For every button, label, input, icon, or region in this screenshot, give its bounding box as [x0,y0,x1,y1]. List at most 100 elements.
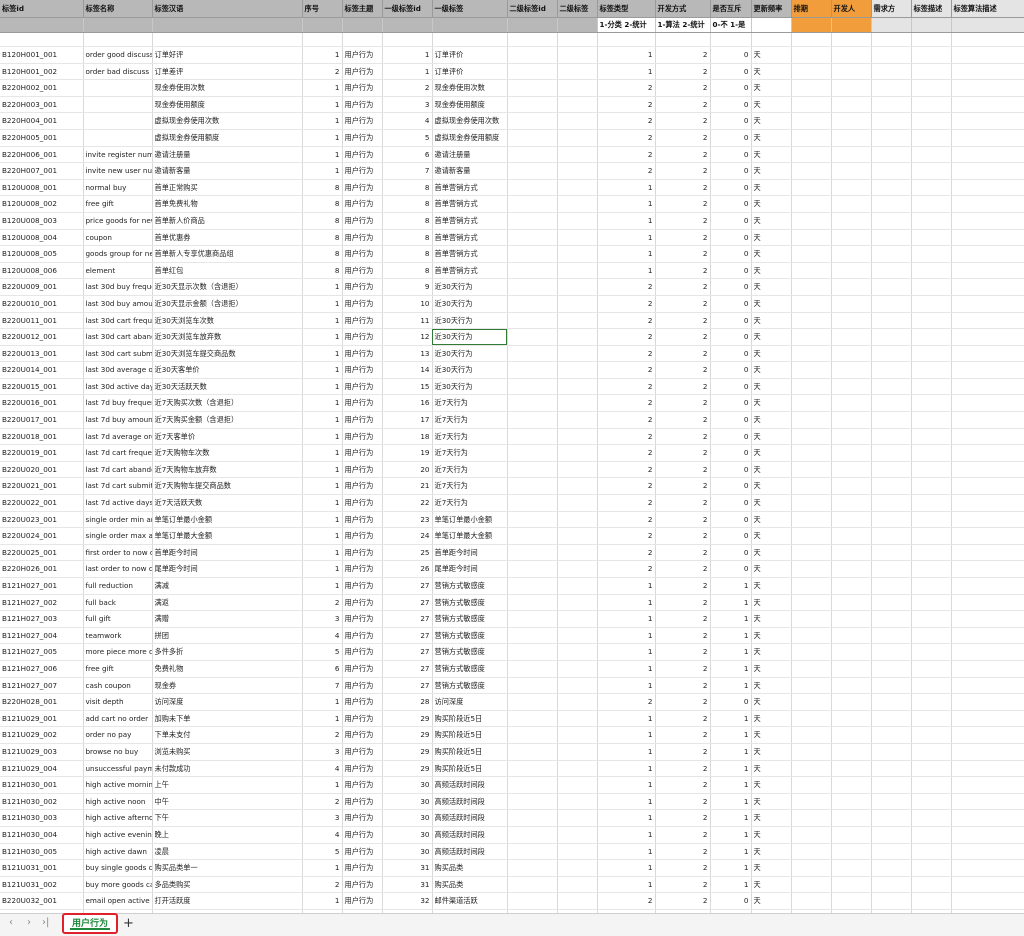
table-cell[interactable]: 高频活跃时间段 [432,826,508,844]
table-cell[interactable]: 1 [710,876,752,894]
table-cell[interactable]: B220U019_001 [0,444,84,462]
table-cell[interactable] [871,643,912,661]
table-cell[interactable] [432,32,508,47]
table-cell[interactable] [655,32,711,47]
table-cell[interactable]: last 7d average ord [83,428,153,446]
table-cell[interactable] [951,461,1024,479]
table-cell[interactable]: first order to now da [83,544,153,562]
table-cell[interactable]: 用户行为 [342,843,383,861]
table-cell[interactable]: 2 [597,96,656,114]
table-cell[interactable]: 27 [382,610,433,628]
column-header[interactable]: 标签类型 [597,0,656,18]
table-cell[interactable]: 29 [382,726,433,744]
table-cell[interactable]: 2 [597,394,656,413]
table-cell[interactable]: 用户行为 [342,876,383,894]
table-cell[interactable]: 19 [382,444,433,462]
table-cell[interactable] [791,262,832,280]
table-cell[interactable]: invite register num [83,146,153,164]
table-cell[interactable] [911,179,952,197]
table-cell[interactable] [791,345,832,363]
table-cell[interactable] [791,726,832,744]
table-cell[interactable]: 用户行为 [342,776,383,794]
table-cell[interactable]: 2 [597,328,656,346]
table-cell[interactable] [507,760,558,778]
table-cell[interactable]: B121U029_003 [0,743,84,761]
table-cell[interactable] [911,112,952,130]
table-cell[interactable] [791,444,832,462]
table-cell[interactable]: price goods for new [83,212,153,230]
table-cell[interactable]: 28 [382,693,433,711]
table-cell[interactable]: 天 [751,146,792,164]
table-cell[interactable]: 13 [382,345,433,363]
table-cell[interactable]: 1 [302,527,343,545]
table-cell[interactable] [831,477,872,496]
table-cell[interactable] [557,610,598,628]
table-cell[interactable]: 近30天显示金额（含退拒） [152,295,303,313]
table-cell[interactable] [831,527,872,545]
table-cell[interactable]: 2 [597,527,656,545]
table-cell[interactable]: 近7天行为 [432,428,508,446]
table-cell[interactable]: 1 [597,743,656,761]
table-cell[interactable]: 现金券使用额度 [152,96,303,114]
table-cell[interactable] [831,776,872,794]
table-cell[interactable] [911,328,952,346]
table-cell[interactable] [871,212,912,230]
table-cell[interactable]: 2 [597,444,656,462]
column-header[interactable]: 序号 [302,0,343,18]
table-cell[interactable]: 0 [710,361,752,379]
table-cell[interactable] [911,677,952,695]
table-cell[interactable] [831,693,872,711]
table-cell[interactable] [911,345,952,363]
table-cell[interactable]: B220H002_001 [0,79,84,97]
table-cell[interactable]: 天 [751,328,792,346]
table-cell[interactable] [791,859,832,877]
table-cell[interactable]: 2 [655,743,711,761]
table-cell[interactable]: 1 [710,710,752,728]
table-cell[interactable]: 0 [710,129,752,147]
table-cell[interactable]: 近7天活跃天数 [152,494,303,512]
table-cell[interactable]: B220U023_001 [0,511,84,529]
table-cell[interactable] [871,46,912,64]
table-cell[interactable] [871,428,912,446]
table-cell[interactable]: 1 [597,760,656,778]
table-cell[interactable] [557,577,598,595]
table-cell[interactable] [911,312,952,330]
table-cell[interactable] [911,245,952,263]
table-cell[interactable]: 0 [710,96,752,114]
table-cell[interactable]: 1 [302,560,343,578]
table-cell[interactable] [751,32,792,47]
table-cell[interactable]: 0 [710,146,752,164]
table-cell[interactable]: 天 [751,295,792,313]
table-cell[interactable]: 首单营销方式 [432,212,508,230]
table-cell[interactable] [507,677,558,695]
table-cell[interactable]: 天 [751,63,792,81]
table-cell[interactable]: 2 [655,577,711,595]
table-cell[interactable]: 天 [751,876,792,894]
table-cell[interactable] [951,411,1024,429]
table-cell[interactable] [831,428,872,446]
table-cell[interactable]: B220H026_001 [0,560,84,578]
table-cell[interactable]: 1 [710,809,752,827]
table-cell[interactable]: B220H005_001 [0,129,84,147]
table-cell[interactable] [557,726,598,744]
table-cell[interactable] [831,46,872,64]
table-cell[interactable]: 用户行为 [342,511,383,529]
table-cell[interactable] [507,610,558,628]
table-cell[interactable]: B220U013_001 [0,345,84,363]
table-cell[interactable]: 14 [382,361,433,379]
table-cell[interactable]: 天 [751,428,792,446]
table-cell[interactable]: 天 [751,760,792,778]
table-cell[interactable]: last 7d cart abando [83,461,153,479]
table-cell[interactable] [951,859,1024,877]
table-cell[interactable] [911,394,952,413]
table-cell[interactable]: 1 [302,79,343,97]
table-cell[interactable]: 满赠 [152,610,303,628]
table-cell[interactable]: 用户行为 [342,710,383,728]
table-cell[interactable] [557,63,598,81]
table-cell[interactable] [791,394,832,413]
table-cell[interactable]: 2 [655,511,711,529]
table-cell[interactable] [507,527,558,545]
table-cell[interactable] [911,843,952,861]
table-cell[interactable] [951,793,1024,811]
table-cell[interactable]: 2 [597,162,656,180]
